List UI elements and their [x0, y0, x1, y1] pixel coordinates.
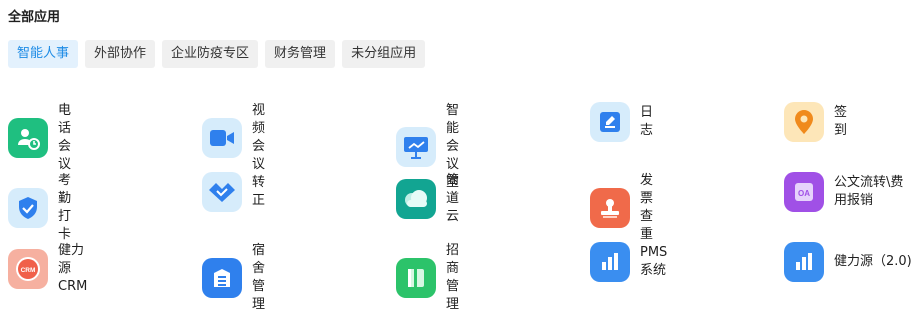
- svg-text:CRM: CRM: [21, 267, 36, 274]
- app-check-in[interactable]: 签到: [784, 102, 847, 142]
- cloud-icon: [396, 179, 436, 219]
- section-title: 全部应用: [8, 10, 61, 25]
- app-label: 考勤打卡: [58, 173, 72, 242]
- crm-badge-icon: CRM: [8, 249, 48, 289]
- tab-epidemic-prevention[interactable]: 企业防疫专区: [162, 40, 259, 68]
- building-icon: [202, 258, 242, 298]
- category-tabs: 智能人事 外部协作 企业防疫专区 财务管理 未分组应用: [8, 40, 426, 68]
- app-dormitory[interactable]: 宿舍管理: [202, 242, 265, 314]
- app-label: 宿舍管理: [252, 243, 266, 312]
- app-label: 简道云: [446, 173, 460, 224]
- app-invoice-dedup[interactable]: 发票查重: [590, 172, 653, 244]
- app-label: 签到: [834, 105, 848, 138]
- app-label: 转正: [252, 175, 266, 208]
- app-document-flow[interactable]: OA 公文流转\费用报销: [784, 172, 912, 212]
- stamp-icon: [590, 188, 630, 228]
- presentation-board-icon: [396, 127, 436, 167]
- app-label: 电话会议: [58, 103, 72, 172]
- journal-edit-icon: [590, 102, 630, 142]
- tab-smart-hr[interactable]: 智能人事: [8, 40, 79, 68]
- app-label: 招商管理: [446, 243, 460, 312]
- app-investment[interactable]: 招商管理: [396, 242, 459, 314]
- app-phone-meeting[interactable]: 电话会议: [8, 102, 71, 174]
- app-pms[interactable]: PMS系统: [590, 242, 667, 282]
- svg-text:OA: OA: [798, 189, 810, 198]
- book-icon: [396, 258, 436, 298]
- app-label: 公文流转\费用报销: [834, 175, 904, 208]
- app-jiandaoyun[interactable]: 简道云: [396, 172, 459, 226]
- app-label: 日志: [640, 105, 654, 138]
- app-jianliyuan-2[interactable]: 健力源（2.0): [784, 242, 912, 282]
- video-camera-icon: [202, 118, 242, 158]
- tab-finance-management[interactable]: 财务管理: [265, 40, 336, 68]
- app-label: 健力源（2.0): [834, 254, 912, 269]
- app-journal[interactable]: 日志: [590, 102, 653, 142]
- app-label: 健力源CRM: [58, 243, 88, 294]
- location-pin-icon: [784, 102, 824, 142]
- app-regularization[interactable]: 转正: [202, 172, 265, 212]
- app-label: 发票查重: [640, 173, 654, 242]
- phone-meeting-icon: [8, 118, 48, 158]
- oa-document-icon: OA: [784, 172, 824, 212]
- app-video-meeting[interactable]: 视频会议: [202, 102, 265, 174]
- tab-external-collaboration[interactable]: 外部协作: [85, 40, 156, 68]
- app-crm[interactable]: CRM 健力源CRM: [8, 242, 87, 296]
- bar-chart-icon: [784, 242, 824, 282]
- check-shield-icon: [8, 188, 48, 228]
- app-attendance[interactable]: 考勤打卡: [8, 172, 71, 244]
- app-label: PMS系统: [640, 245, 668, 278]
- tab-ungrouped-apps[interactable]: 未分组应用: [342, 40, 426, 68]
- heart-check-icon: [202, 172, 242, 212]
- app-label: 视频会议: [252, 103, 266, 172]
- bar-chart-icon: [590, 242, 630, 282]
